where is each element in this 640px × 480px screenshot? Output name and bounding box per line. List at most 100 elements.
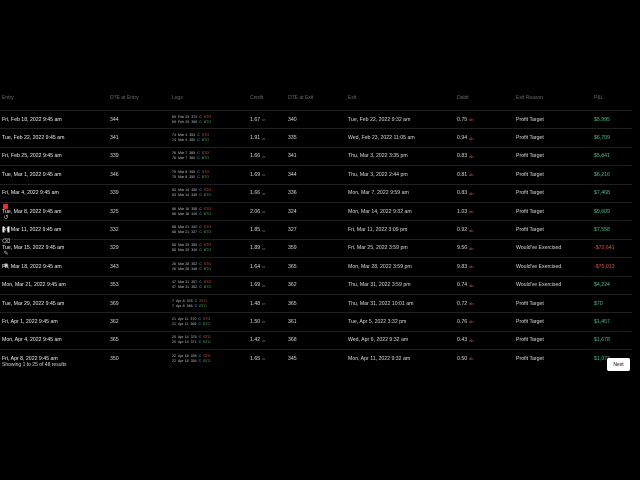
credit-amount: 2.06 [250,208,261,215]
camera-icon[interactable]: ◉ [2,261,10,269]
table-row[interactable]: Fri, Apr 8, 2022 9:45 am 350 22 Apr 18 359 C S… [0,349,632,367]
leg-type: C [194,303,198,308]
leg-qty: 47 [172,280,176,285]
debit-unit: db [469,282,474,288]
leg-strike: 376 [186,298,193,303]
leg-line: 47 Mar 31 352 C BTO [172,285,213,290]
legs-cell: 85 Mar 25 355 C STO 85 Mar 25 349 C BTO [172,240,242,257]
debit-amount: 1.03 [457,208,468,215]
exit-dte: 335 [288,135,297,142]
leg-strike: 352 [191,261,198,266]
next-button[interactable]: Next [607,358,630,371]
leg-type: C [198,321,201,326]
debit-amount: 0.81 [457,171,468,178]
leg-qty: 7 [172,303,174,308]
debit-amount: 0.50 [457,355,468,362]
exit-date: Fri, Mar 11, 2022 3:09 pm [348,227,408,234]
table-row[interactable]: Mon, Mar 21, 2022 9:45 am 353 47 Mar 31 357 C… [0,275,632,294]
leg-line: 7 Apr 8 366 C BTO [172,304,209,309]
debit-unit: db [469,172,474,178]
pnl-value: $4,224 [594,282,610,289]
table-row[interactable]: Tue, Mar 15, 2022 9:45 am 329 85 Mar 25 355 C… [0,238,632,257]
table-row[interactable]: Fri, Mar 18, 2022 9:45 am 343 26 Mar 28 352 C… [0,257,632,275]
legs-cell: 86 Mar 18 355 C STO 86 Mar 18 349 C BTO [172,203,242,220]
leg-date: Mar 14 [178,193,190,198]
legs-cell: 74 Mar 4 353 C STO 74 Mar 4 350 C BTO [172,129,242,146]
legs-cell: 21 Apr 11 370 C STO 21 Apr 11 365 C BTO [172,313,242,330]
leg-qty: 85 [172,243,176,248]
leg-strike: 350 [189,174,196,179]
pen-icon[interactable]: ✎ [2,249,10,257]
leg-type: C [198,358,202,363]
leg-action: BTO [203,248,212,253]
table-row[interactable]: Tue, Mar 8, 2022 9:45 am 325 86 Mar 18 355 C S… [0,201,632,220]
table-row[interactable]: Fri, Apr 1, 2022 9:45 am 362 21 Apr 11 370 C S… [0,312,632,330]
leg-type: C [198,353,202,358]
legs-cell: 26 Mar 28 352 C STO 26 Mar 28 348 C BTO [172,258,242,275]
leg-line: 75 Mar 8 350 C BTO [172,175,211,180]
leg-action: STO [199,298,207,303]
exit-date: Mon, Mar 14, 2022 9:32 am [348,208,412,215]
leg-qty: 21 [172,321,176,326]
exit-date: Thu, Mar 31, 2022 10:01 am [348,300,414,307]
exit-date: Fri, Mar 25, 2022 3:59 pm [348,245,408,252]
debit-amount: 0.92 [457,227,468,234]
table-row[interactable]: Tue, Mar 1, 2022 9:45 am 346 75 Mar 8 355 C ST… [0,165,632,183]
entry-dte: 332 [110,227,119,234]
entry-date: Tue, Mar 8, 2022 9:45 am [2,208,62,215]
credit-value: 1.66 cr [250,185,265,202]
record-icon[interactable] [3,204,8,209]
credit-value: 1.89 cr [250,240,265,257]
leg-type: C [198,340,202,345]
table-row[interactable]: Fri, Feb 25, 2022 9:45 am 339 76 Mar 7 365 C S… [0,146,632,165]
leg-date: Apr 11 [178,316,189,321]
leg-action: STO [203,353,211,358]
exit-date: Wed, Apr 6, 2022 9:32 am [348,337,409,344]
pnl-value: $1,457 [594,318,610,325]
leg-action: STO [203,188,212,193]
exit-dte: 368 [288,337,297,344]
leg-strike: 342 [191,225,198,230]
leg-qty: 47 [172,285,176,290]
leg-action: BTO [203,285,212,290]
leg-date: Feb 25 [178,119,190,124]
table-row[interactable]: Fri, Mar 4, 2022 9:45 am 339 83 Mar 14 350 C S… [0,183,632,202]
leg-strike: 348 [191,266,198,271]
pnl-value: $6,216 [594,171,610,178]
rewind-icon[interactable]: ↺ [2,213,10,221]
table-row[interactable]: Fri, Feb 18, 2022 9:45 am 344 69 Feb 25 373 C… [0,110,632,128]
leg-type: C [197,169,200,174]
legs-cell: 47 Mar 31 357 C STO 47 Mar 31 352 C BTO [172,277,242,294]
leg-date: Mar 8 [178,169,188,174]
entry-dte: 339 [110,190,119,197]
leg-type: C [199,266,202,271]
table-row[interactable]: Mon, Apr 4, 2022 9:45 am 365 20 Apr 14 376 C S… [0,330,632,349]
pause-icon[interactable]: ❚❚ [1,225,11,233]
leg-type: C [199,225,202,230]
exit-reason: Profit Target [516,300,544,307]
pnl-value: $1,678 [594,337,610,344]
table-row[interactable]: Fri, Mar 11, 2022 9:45 am 332 88 Mar 21 342 C… [0,220,632,238]
debit-value: 0.92 db [457,221,474,238]
leg-qty: 85 [172,248,176,253]
trash-icon[interactable]: ⌫ [2,237,10,245]
debit-value: 0.94 db [457,129,474,146]
leg-type: C [198,316,201,321]
pnl-value: -$75,013 [594,263,615,270]
legs-cell: 20 Apr 14 376 C STO 20 Apr 14 371 C BTO [172,332,242,349]
leg-date: Mar 31 [178,280,190,285]
credit-value: 1.48 cr [250,295,265,312]
credit-unit: cr [262,319,266,325]
leg-qty: 74 [172,138,176,143]
table-row[interactable]: Tue, Mar 29, 2022 9:45 am 369 7 Apr 8 376 C ST… [0,293,632,312]
leg-qty: 7 [172,298,174,303]
debit-amount: 0.83 [457,190,468,197]
leg-action: BTO [203,358,211,363]
exit-date: Mon, Mar 7, 2022 9:59 am [348,190,409,197]
exit-date: Thu, Mar 3, 2022 3:35 pm [348,153,408,160]
header-pnl: P&L [594,95,604,101]
table-row[interactable]: Tue, Feb 22, 2022 9:45 am 341 74 Mar 4 353 C S… [0,128,632,146]
entry-dte: 339 [110,153,119,160]
leg-qty: 69 [172,119,176,124]
leg-line: 76 Mar 7 360 C BTO [172,156,211,161]
